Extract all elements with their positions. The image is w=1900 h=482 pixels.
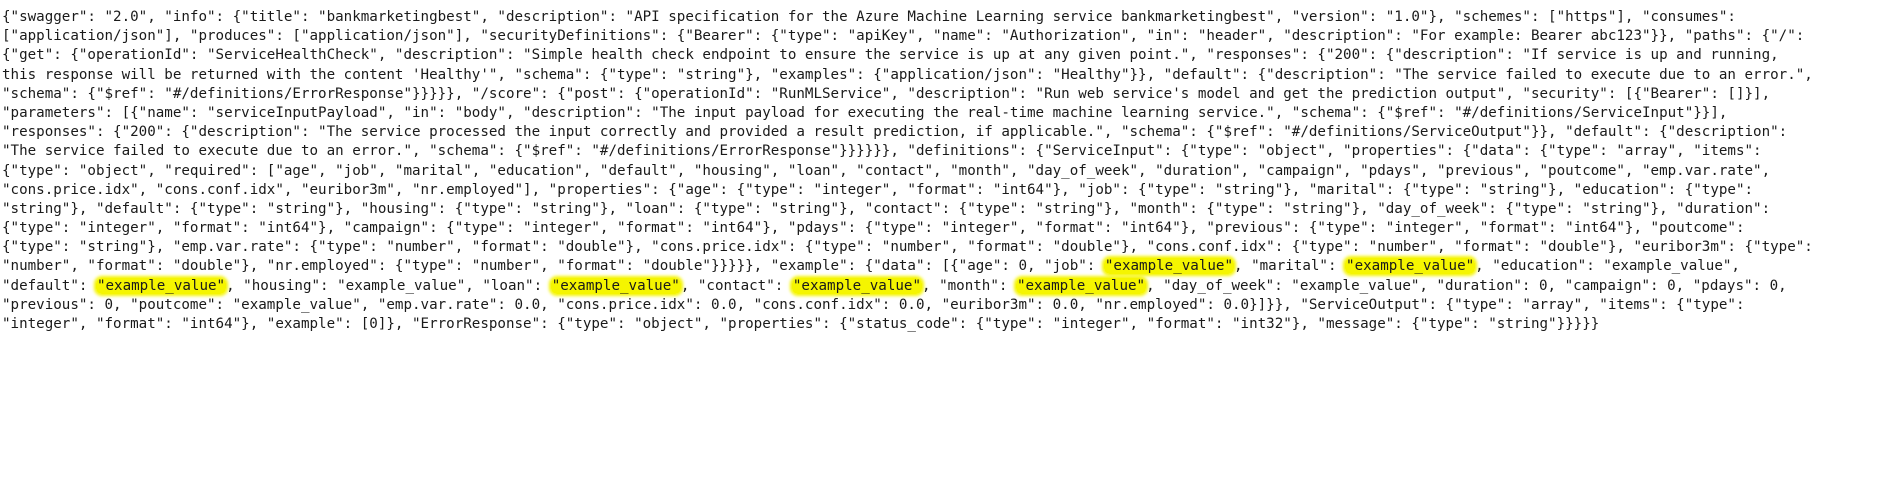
json-text-line: {"get": {"operationId": "ServiceHealthCh…: [2, 46, 1898, 65]
json-text-segment: "responses": {"200": {"description": "Th…: [2, 124, 1788, 141]
json-text-segment: {"type": "object", "required": ["age", "…: [2, 162, 1771, 179]
json-text-segment: "number", "format": "double"}, "nr.emplo…: [2, 258, 1104, 275]
json-text-segment: {"type": "integer", "format": "int64"}, …: [2, 220, 1745, 237]
json-text-segment: "default":: [2, 277, 96, 294]
json-text-segment: , "marital":: [1234, 258, 1346, 275]
json-text-line: "string"}, "default": {"type": "string"}…: [2, 200, 1898, 219]
json-text-line: {"type": "string"}, "emp.var.rate": {"ty…: [2, 238, 1898, 257]
json-text-line: "The service failed to execute due to an…: [2, 142, 1898, 161]
json-text-segment: "parameters": [{"name": "serviceInputPay…: [2, 104, 1728, 121]
json-text-line: "parameters": [{"name": "serviceInputPay…: [2, 104, 1898, 123]
json-text-segment: "string"}, "default": {"type": "string"}…: [2, 200, 1771, 217]
json-text-segment: ["application/json"], "produces": ["appl…: [2, 28, 1805, 45]
search-highlight: "example_value": [1345, 258, 1476, 275]
json-text-segment: , "education": "example_value",: [1475, 258, 1740, 275]
json-text-line: "number", "format": "double"}, "nr.emplo…: [2, 257, 1898, 276]
search-highlight: "example_value": [550, 277, 681, 294]
search-highlight: "example_value": [791, 277, 922, 294]
json-text-line: {"type": "object", "required": ["age", "…: [2, 162, 1898, 181]
json-text-line: ["application/json"], "produces": ["appl…: [2, 27, 1898, 46]
json-text-segment: "schema": {"$ref": "#/definitions/ErrorR…: [2, 85, 1771, 102]
json-text-line: "schema": {"$ref": "#/definitions/ErrorR…: [2, 85, 1898, 104]
json-text-line: "previous": 0, "poutcome": "example_valu…: [2, 296, 1898, 315]
json-text-segment: "integer", "format": "int64"}, "example"…: [2, 316, 1600, 332]
search-highlight: "example_value": [1015, 277, 1147, 294]
json-text-segment: "previous": 0, "poutcome": "example_valu…: [2, 296, 1745, 313]
json-text-line: "cons.price.idx", "cons.conf.idx", "euri…: [2, 181, 1898, 200]
search-highlight: "example_value": [95, 277, 227, 294]
json-text-segment: "The service failed to execute due to an…: [2, 143, 1762, 160]
json-text-line: {"type": "integer", "format": "int64"}, …: [2, 219, 1898, 238]
json-text-segment: "cons.price.idx", "cons.conf.idx", "euri…: [2, 181, 1754, 198]
json-text-segment: this response will be returned with the …: [2, 66, 1813, 83]
json-text-line: "responses": {"200": {"description": "Th…: [2, 123, 1898, 142]
json-text-segment: , "day_of_week": "example_value", "durat…: [1146, 277, 1787, 294]
json-text-line: "default": "example_value", "housing": "…: [2, 277, 1898, 296]
json-document-viewer: {"swagger": "2.0", "info": {"title": "ba…: [2, 8, 1898, 334]
json-text-line: this response will be returned with the …: [2, 66, 1898, 85]
json-text-segment: {"type": "string"}, "emp.var.rate": {"ty…: [2, 239, 1813, 256]
search-highlight: "example_value": [1103, 258, 1234, 275]
json-text-segment: {"get": {"operationId": "ServiceHealthCh…: [2, 47, 1779, 64]
json-text-segment: , "contact":: [680, 277, 792, 294]
json-text-line: {"swagger": "2.0", "info": {"title": "ba…: [2, 8, 1898, 27]
json-text-segment: , "month":: [921, 277, 1016, 294]
json-text-segment: , "housing": "example_value", "loan":: [226, 277, 551, 294]
json-text-line: "integer", "format": "int64"}, "example"…: [2, 315, 1898, 334]
json-text-segment: {"swagger": "2.0", "info": {"title": "ba…: [2, 9, 1736, 25]
